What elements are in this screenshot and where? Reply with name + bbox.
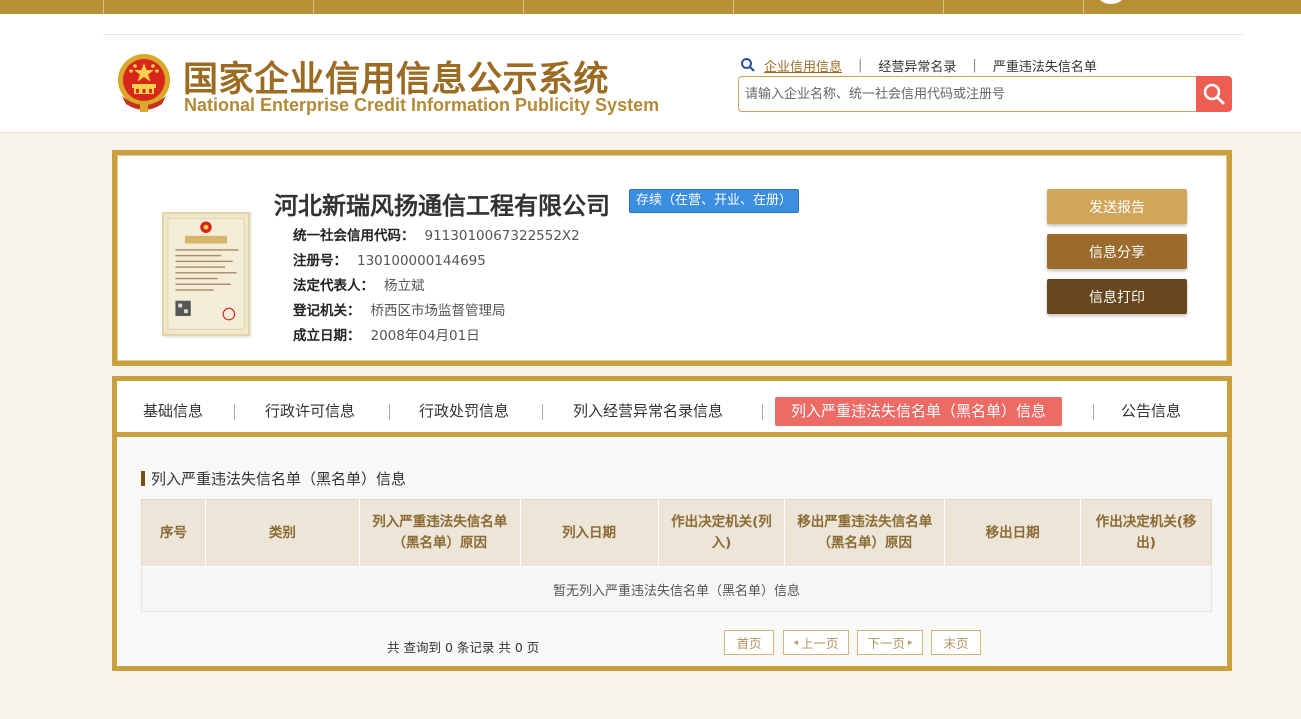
search-box — [738, 76, 1198, 112]
field-label: 统一社会信用代码： — [293, 228, 415, 244]
chevron-left-icon: ◂ — [793, 637, 798, 648]
header-divider — [103, 34, 1243, 35]
field-label: 法定代表人： — [293, 278, 374, 294]
site-header: 国家企业信用信息公示系统 National Enterprise Credit … — [0, 14, 1301, 133]
search-type-icon — [741, 58, 755, 72]
search-input[interactable] — [739, 77, 1198, 111]
tab-separator — [389, 404, 390, 420]
business-license-thumbnail[interactable] — [162, 212, 250, 336]
tab-separator — [1093, 404, 1094, 420]
pagination-summary: 共 查询到 0 条记录 共 0 页 — [387, 640, 540, 655]
search-tab-separator: | — [858, 57, 863, 73]
empty-table-message: 暂无列入严重违法失信名单（黑名单）信息 — [141, 566, 1212, 612]
info-tab-bar: 基础信息 行政许可信息 行政处罚信息 列入经营异常名录信息 列入严重违法失信名单… — [117, 381, 1227, 437]
top-navigation-strip — [0, 0, 1301, 14]
top-strip-divider — [523, 0, 524, 14]
search-tab-blacklist[interactable]: 严重违法失信名单 — [993, 56, 1097, 75]
company-name: 河北新瑞风扬通信工程有限公司 — [274, 192, 610, 220]
next-page-label: 下一页 — [867, 636, 905, 651]
field-value: 130100000144695 — [357, 253, 486, 269]
search-tab-abnormal-list[interactable]: 经营异常名录 — [878, 56, 956, 75]
table-row: 暂无列入严重违法失信名单（黑名单）信息 — [141, 566, 1212, 612]
search-type-tabs: 企业信用信息 | 经营异常名录 | 严重违法失信名单 — [740, 55, 1097, 75]
tab-separator — [762, 404, 763, 420]
search-tab-enterprise-credit[interactable]: 企业信用信息 — [764, 56, 842, 75]
search-tab-separator: | — [972, 57, 977, 73]
tab-basic-info[interactable]: 基础信息 — [143, 397, 203, 426]
tab-administrative-penalty[interactable]: 行政处罚信息 — [419, 397, 509, 426]
table-header-row: 序号 类别 列入严重违法失信名单（黑名单）原因 列入日期 作出决定机关(列入) … — [141, 499, 1212, 567]
share-info-button[interactable]: 信息分享 — [1047, 234, 1187, 269]
tab-abnormal-operation-list[interactable]: 列入经营异常名录信息 — [573, 397, 723, 426]
field-value: 杨立斌 — [384, 278, 425, 294]
status-badge: 存续（在营、开业、在册） — [629, 189, 800, 213]
chevron-right-icon: ▸ — [907, 637, 913, 648]
next-page-button[interactable]: 下一页 ▸ — [857, 630, 923, 655]
search-button[interactable] — [1196, 76, 1232, 112]
blacklist-table: 序号 类别 列入严重违法失信名单（黑名单）原因 列入日期 作出决定机关(列入) … — [141, 499, 1212, 612]
top-strip-divider — [1083, 0, 1084, 14]
tab-administrative-license[interactable]: 行政许可信息 — [265, 397, 355, 426]
section-title: 列入严重违法失信名单（黑名单）信息 — [141, 468, 406, 489]
top-strip-divider — [733, 0, 734, 14]
info-row-credit-code: 统一社会信用代码： 9113010067322552X2 — [293, 224, 580, 244]
user-avatar[interactable] — [1098, 0, 1124, 4]
top-strip-divider — [313, 0, 314, 14]
info-row-registration-number: 注册号： 130100000144695 — [293, 249, 486, 269]
national-emblem-logo — [118, 54, 170, 112]
field-value: 9113010067322552X2 — [424, 228, 580, 244]
field-label: 登记机关： — [293, 303, 361, 319]
print-info-button[interactable]: 信息打印 — [1047, 279, 1187, 314]
column-header: 序号 — [141, 499, 206, 567]
section-title-text: 列入严重违法失信名单（黑名单）信息 — [151, 470, 407, 488]
top-strip-divider — [943, 0, 944, 14]
first-page-button[interactable]: 首页 — [724, 630, 774, 655]
column-header: 移出严重违法失信名单（黑名单）原因 — [784, 499, 946, 567]
column-header: 列入日期 — [519, 499, 659, 567]
previous-page-label: 上一页 — [801, 636, 839, 651]
company-summary-panel: 河北新瑞风扬通信工程有限公司 存续（在营、开业、在册） 统一社会信用代码： 911… — [112, 150, 1232, 366]
tab-separator — [234, 404, 235, 420]
field-value: 2008年04月01日 — [370, 328, 480, 344]
top-strip-divider — [103, 0, 104, 14]
column-header: 作出决定机关(移出) — [1080, 499, 1212, 567]
info-tabs-panel: 基础信息 行政许可信息 行政处罚信息 列入经营异常名录信息 列入严重违法失信名单… — [112, 376, 1232, 671]
column-header: 移出日期 — [944, 499, 1082, 567]
previous-page-button[interactable]: ◂ 上一页 — [783, 630, 849, 655]
tab-serious-violation-blacklist[interactable]: 列入严重违法失信名单（黑名单）信息 — [775, 397, 1063, 426]
last-page-button[interactable]: 末页 — [931, 630, 981, 655]
column-header: 类别 — [204, 499, 360, 567]
tab-separator — [542, 404, 543, 420]
search-icon — [1203, 83, 1225, 105]
tab-announcements[interactable]: 公告信息 — [1121, 397, 1181, 426]
send-report-button[interactable]: 发送报告 — [1047, 189, 1187, 224]
site-title-english: National Enterprise Credit Information P… — [184, 95, 660, 115]
info-row-legal-representative: 法定代表人： 杨立斌 — [293, 274, 425, 294]
column-header: 列入严重违法失信名单（黑名单）原因 — [358, 499, 521, 567]
field-value: 桥西区市场监督管理局 — [370, 303, 506, 319]
column-header: 作出决定机关(列入) — [657, 499, 786, 567]
section-title-marker — [141, 471, 145, 486]
field-label: 注册号： — [293, 253, 347, 269]
info-row-establishment-date: 成立日期： 2008年04月01日 — [293, 324, 480, 344]
field-label: 成立日期： — [293, 328, 361, 344]
info-row-registration-authority: 登记机关： 桥西区市场监督管理局 — [293, 299, 506, 319]
